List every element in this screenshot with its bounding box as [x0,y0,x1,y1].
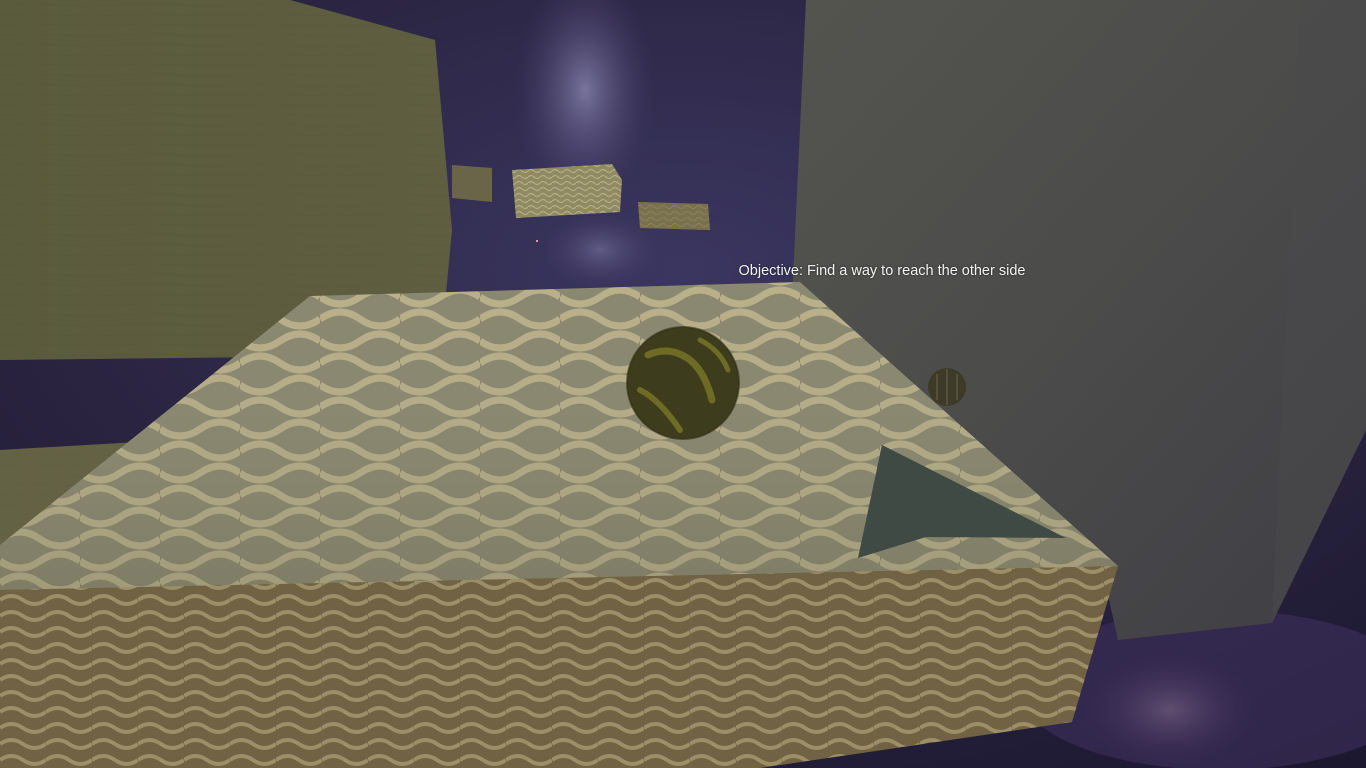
distant-crate-right-tex [638,202,710,230]
distant-crate-center [512,164,622,218]
game-scene[interactable] [0,0,1366,768]
distant-ball [928,368,966,406]
player-ball [626,326,740,440]
game-viewport[interactable]: Objective: Find a way to reach the other… [0,0,1366,768]
distant-crate-left [452,165,492,202]
main-platform-side-shade [0,566,1118,768]
